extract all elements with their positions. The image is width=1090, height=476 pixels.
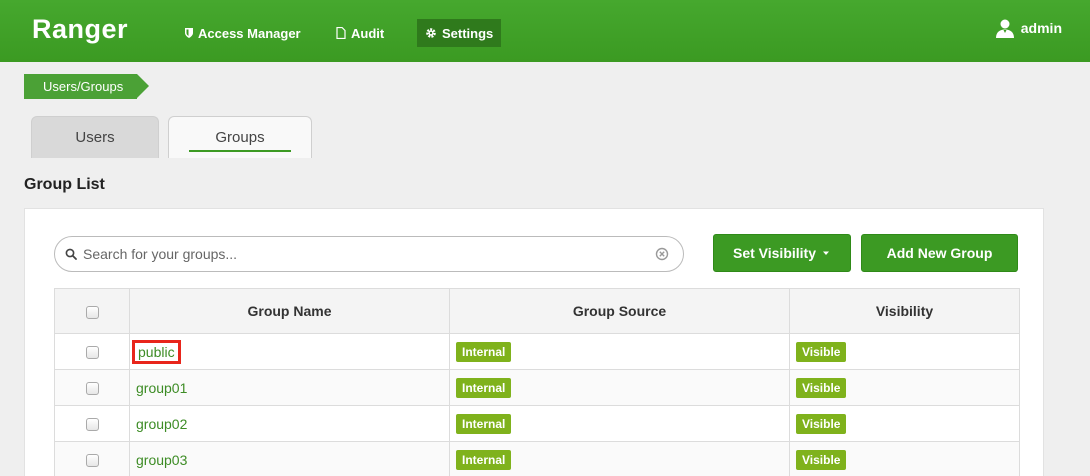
source-badge: Internal	[456, 413, 512, 434]
tab-users-label: Users	[75, 129, 115, 146]
set-visibility-button[interactable]: Set Visibility	[713, 234, 851, 272]
add-new-group-button[interactable]: Add New Group	[861, 234, 1018, 272]
group-source-cell: Internal	[449, 441, 790, 476]
brand-logo[interactable]: Ranger	[32, 14, 128, 45]
user-name: admin	[1020, 20, 1062, 36]
nav-settings[interactable]: Settings	[417, 19, 502, 47]
table-row: group03 Internal Visible	[54, 441, 1020, 476]
row-checkbox[interactable]	[85, 346, 99, 360]
group-name-link[interactable]: group03	[136, 452, 187, 468]
visibility-cell: Visible	[789, 405, 1020, 442]
nav-settings-label: Settings	[442, 25, 494, 41]
file-icon	[336, 27, 346, 39]
row-checkbox-cell	[54, 333, 130, 370]
source-badge: Internal	[456, 377, 512, 398]
search-box[interactable]	[54, 236, 684, 272]
source-badge: Internal	[456, 449, 512, 470]
caret-down-icon	[823, 251, 829, 255]
group-name-cell: group03	[129, 441, 450, 476]
clear-search-icon[interactable]	[655, 247, 669, 261]
user-menu[interactable]: admin	[995, 18, 1062, 38]
add-new-group-label: Add New Group	[886, 245, 993, 261]
table-row: group02 Internal Visible	[54, 405, 1020, 442]
source-badge: Internal	[456, 341, 512, 362]
breadcrumb[interactable]: Users/Groups	[24, 74, 150, 99]
visibility-badge: Visible	[796, 377, 847, 398]
header-group-source[interactable]: Group Source	[449, 288, 790, 334]
group-name-cell: group02	[129, 405, 450, 442]
visibility-badge: Visible	[796, 413, 847, 434]
select-all-checkbox[interactable]	[85, 305, 99, 319]
row-checkbox-cell	[54, 369, 130, 406]
row-checkbox-cell	[54, 441, 130, 476]
visibility-badge: Visible	[796, 341, 847, 362]
header-visibility[interactable]: Visibility	[789, 288, 1020, 334]
group-source-cell: Internal	[449, 333, 790, 370]
group-source-cell: Internal	[449, 369, 790, 406]
visibility-cell: Visible	[789, 441, 1020, 476]
group-name-link[interactable]: public	[132, 339, 181, 364]
visibility-cell: Visible	[789, 369, 1020, 406]
breadcrumb-item[interactable]: Users/Groups	[24, 74, 150, 99]
visibility-badge: Visible	[796, 449, 847, 470]
tab-groups[interactable]: Groups	[168, 116, 312, 158]
select-all-cell	[54, 288, 130, 334]
row-checkbox[interactable]	[85, 382, 99, 396]
tab-active-indicator	[189, 150, 291, 152]
group-name-link[interactable]: group01	[136, 380, 187, 396]
row-checkbox[interactable]	[85, 454, 99, 468]
nav-audit[interactable]: Audit	[328, 19, 392, 47]
visibility-cell: Visible	[789, 333, 1020, 370]
tab-users[interactable]: Users	[31, 116, 159, 158]
table-row: public Internal Visible	[54, 333, 1020, 370]
header-group-name[interactable]: Group Name	[129, 288, 450, 334]
search-input[interactable]	[83, 246, 643, 262]
group-source-cell: Internal	[449, 405, 790, 442]
nav-audit-label: Audit	[351, 25, 385, 41]
group-name-cell: public	[129, 333, 450, 370]
shield-icon	[185, 28, 193, 38]
nav-access-manager-label: Access Manager	[198, 25, 301, 41]
group-table: Group Name Group Source Visibility publi…	[54, 288, 1020, 476]
group-name-link[interactable]: group02	[136, 416, 187, 432]
tab-groups-label: Groups	[215, 129, 265, 146]
search-icon	[65, 248, 77, 260]
top-navbar: Ranger Access Manager Audit Settings adm…	[0, 0, 1090, 62]
group-name-cell: group01	[129, 369, 450, 406]
table-header-row: Group Name Group Source Visibility	[54, 288, 1020, 334]
row-checkbox[interactable]	[85, 418, 99, 432]
table-row: group01 Internal Visible	[54, 369, 1020, 406]
set-visibility-label: Set Visibility	[733, 245, 816, 261]
nav-access-manager[interactable]: Access Manager	[177, 19, 309, 47]
row-checkbox-cell	[54, 405, 130, 442]
gear-icon	[426, 28, 436, 38]
page-title: Group List	[24, 176, 105, 193]
user-icon	[995, 19, 1014, 38]
